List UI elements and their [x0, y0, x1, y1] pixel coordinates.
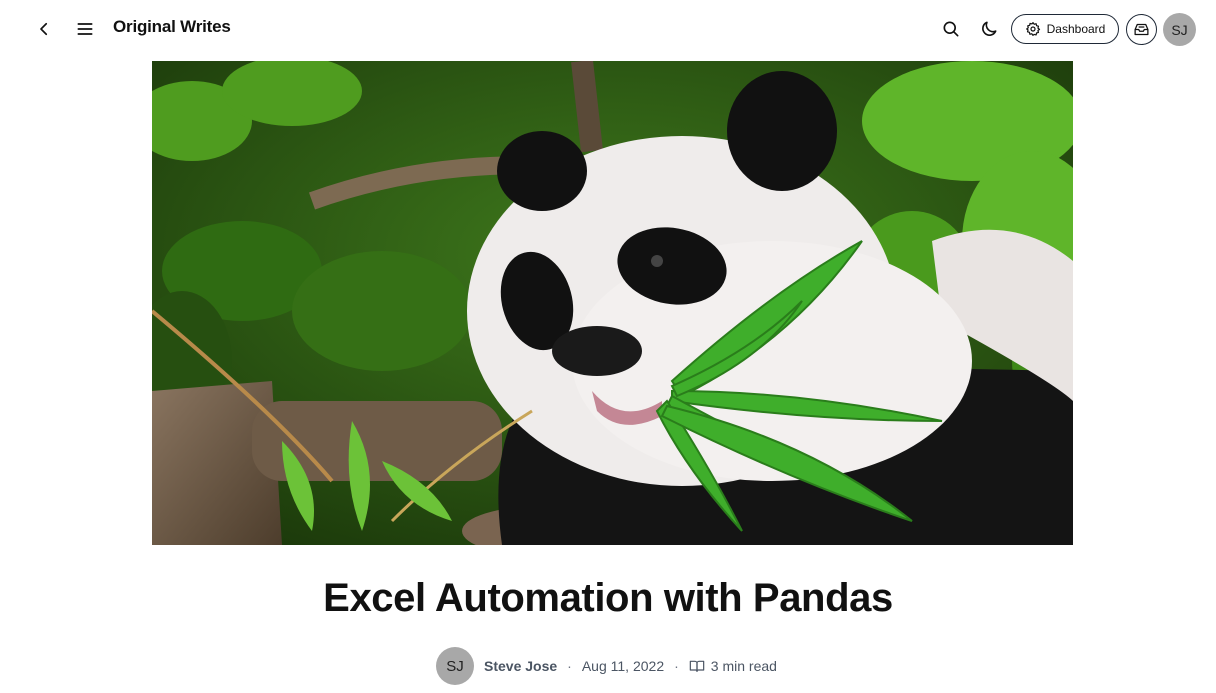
moon-icon: [982, 21, 997, 36]
menu-button[interactable]: [72, 16, 98, 42]
dashboard-button[interactable]: Dashboard: [1011, 14, 1119, 44]
panda-photo: [152, 61, 1073, 545]
search-button[interactable]: [938, 16, 964, 42]
read-time: 3 min read: [689, 658, 777, 674]
search-icon: [943, 21, 959, 37]
chevron-left-icon: [40, 22, 48, 36]
site-title[interactable]: Original Writes: [113, 17, 231, 37]
back-button[interactable]: [32, 16, 56, 42]
dashboard-label: Dashboard: [1046, 22, 1106, 36]
separator-dot: ·: [567, 658, 572, 674]
read-time-label: 3 min read: [710, 658, 777, 674]
article-meta: SJ Steve Jose · Aug 11, 2022 · 3 min rea…: [436, 647, 777, 685]
theme-toggle-button[interactable]: [976, 16, 1002, 42]
inbox-icon: [1134, 23, 1149, 36]
book-open-icon: [689, 660, 705, 672]
article-title: Excel Automation with Pandas: [323, 576, 893, 620]
publish-date: Aug 11, 2022: [581, 658, 665, 674]
gear-icon: [1025, 22, 1040, 36]
separator-dot: ·: [674, 658, 679, 674]
user-avatar[interactable]: SJ: [1163, 13, 1196, 46]
cover-image: [152, 61, 1073, 545]
inbox-button[interactable]: [1126, 14, 1157, 45]
hamburger-menu-icon: [77, 23, 93, 35]
author-name[interactable]: Steve Jose: [484, 658, 557, 674]
top-navbar: Original Writes Dashboard SJ: [0, 0, 1216, 58]
author-avatar[interactable]: SJ: [436, 647, 474, 685]
